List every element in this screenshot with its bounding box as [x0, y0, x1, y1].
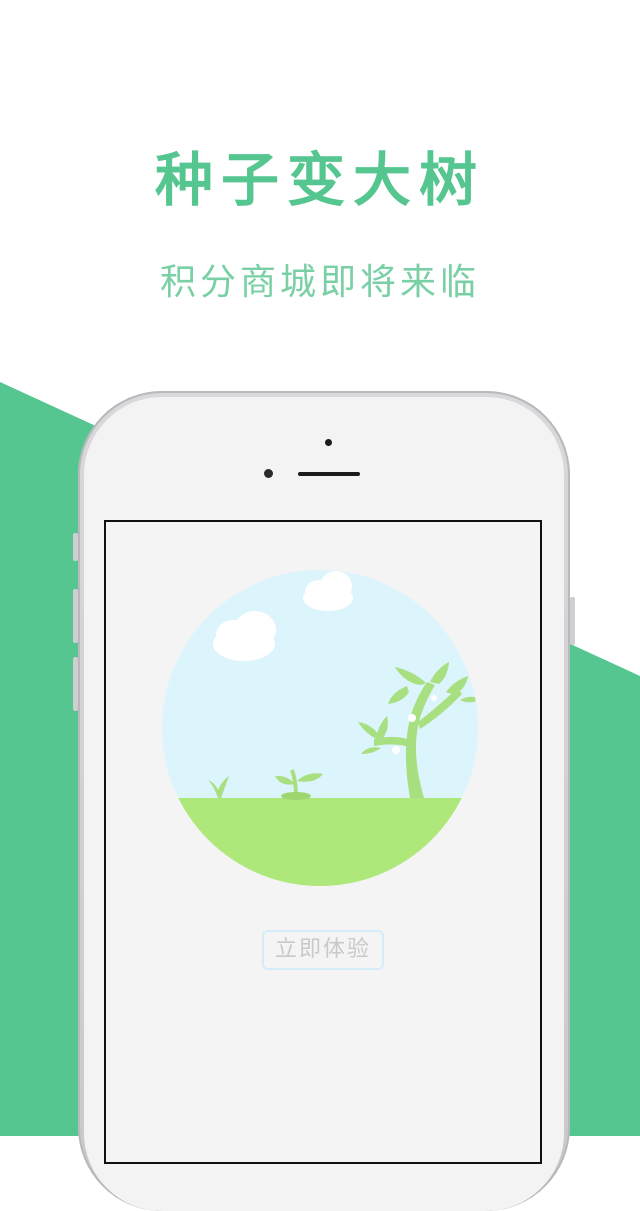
phone-camera-icon — [264, 469, 273, 478]
phone-sensor — [325, 439, 332, 446]
try-now-button[interactable]: 立即体验 — [262, 930, 384, 970]
phone-speaker — [298, 472, 360, 476]
phone-volume-up-button — [73, 589, 78, 643]
grass-ground — [162, 798, 478, 886]
phone-side-button — [73, 533, 78, 561]
phone-power-button — [570, 597, 575, 645]
headline-title: 种子变大树 — [154, 146, 485, 214]
phone-volume-down-button — [73, 657, 78, 711]
subtitle-coming-soon: 积分商城即将来临 — [159, 262, 480, 303]
seed-to-tree-illustration — [162, 570, 478, 886]
phone-screen: 立即体验 — [104, 520, 542, 1164]
